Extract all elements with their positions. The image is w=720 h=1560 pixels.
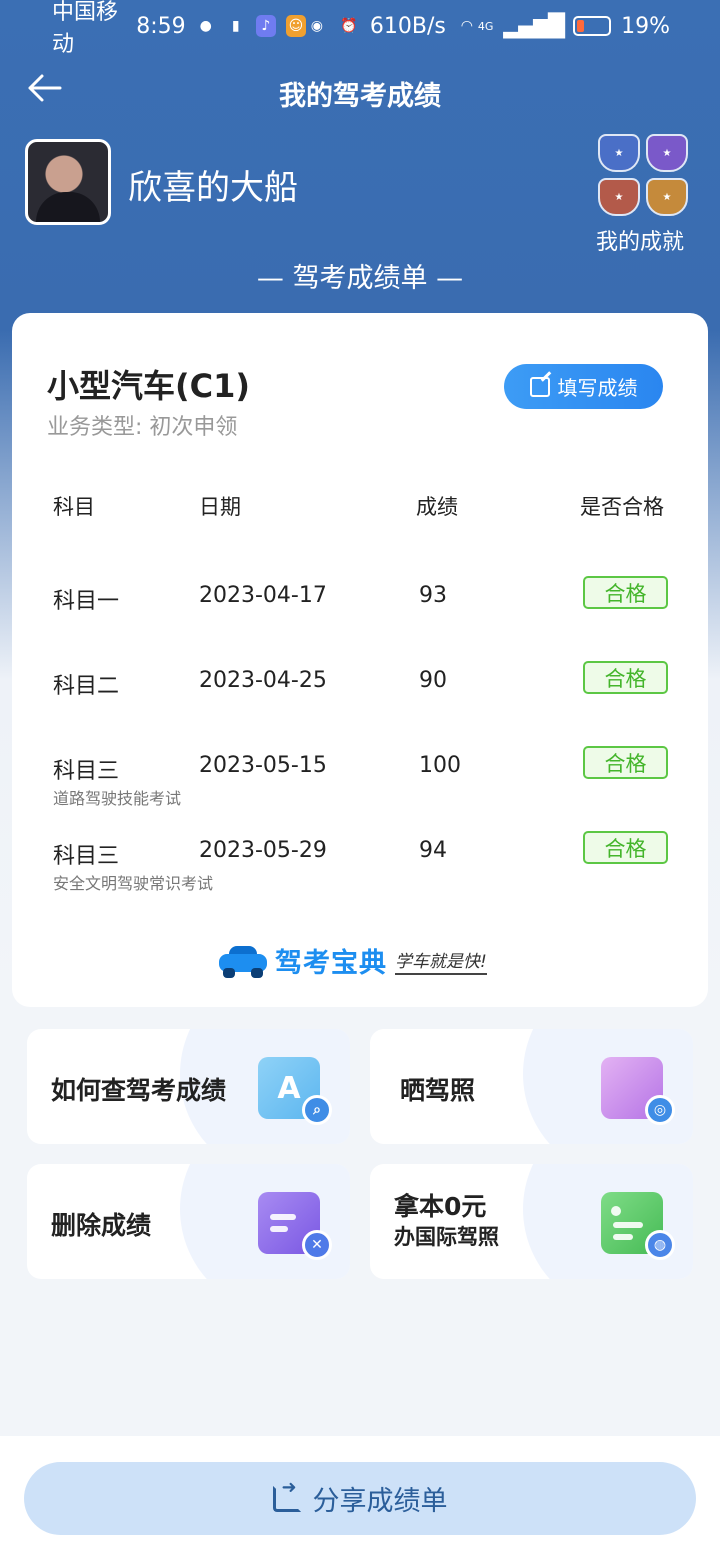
badge-icon: ★ bbox=[646, 134, 688, 172]
table-row[interactable]: 科目三 道路驾驶技能考试 2023-05-15 100 合格 bbox=[12, 746, 708, 833]
alarm-icon: ⏰ bbox=[340, 18, 358, 34]
pass-badge: 合格 bbox=[583, 576, 668, 609]
tile-label-line2: 办国际驾照 bbox=[394, 1225, 499, 1249]
row-score: 90 bbox=[419, 668, 447, 693]
header-subject: 科目 bbox=[53, 495, 95, 519]
score-page: 中国移动 8:59 ● ▮ ♪ ☺ ◉ ⏰ 610B/s ◠ 4G ▂▄▆█ 1… bbox=[0, 0, 720, 1560]
search-icon: ⌕ bbox=[302, 1095, 332, 1125]
wechat-icon: ● bbox=[199, 18, 212, 34]
camera-icon: ◎ bbox=[645, 1095, 675, 1125]
row-date: 2023-04-17 bbox=[199, 583, 327, 608]
row-note: 道路驾驶技能考试 bbox=[53, 789, 182, 808]
row-score: 93 bbox=[419, 583, 447, 608]
battery-percent: 19% bbox=[621, 13, 670, 39]
row-subject: 科目一 bbox=[53, 589, 120, 614]
clock: 8:59 bbox=[136, 13, 186, 39]
nav-bar: 我的驾考成绩 bbox=[0, 60, 720, 120]
table-row[interactable]: 科目二 2023-04-25 90 合格 bbox=[12, 661, 708, 748]
document-search-icon: A ⌕ bbox=[258, 1057, 332, 1125]
row-subject: 科目三 bbox=[53, 759, 120, 784]
tile-label: 删除成绩 bbox=[51, 1211, 152, 1240]
net-speed: 610B/s bbox=[369, 13, 446, 39]
pass-badge: 合格 bbox=[583, 831, 668, 864]
score-card: 小型汽车(C1) 业务类型: 初次申领 填写成绩 科目 日期 成绩 是否合格 科… bbox=[12, 313, 708, 1007]
share-label: 分享成绩单 bbox=[312, 1486, 448, 1517]
tile-label: 如何查驾考成绩 bbox=[51, 1076, 227, 1105]
username: 欣喜的大船 bbox=[128, 168, 298, 208]
table-header: 科目 日期 成绩 是否合格 bbox=[12, 491, 708, 521]
header-date: 日期 bbox=[199, 495, 241, 519]
achievements-link[interactable]: 我的成就 bbox=[596, 224, 684, 256]
notification-icon: ▮ bbox=[231, 18, 240, 34]
sheet-title: — 驾考成绩单 — bbox=[256, 263, 464, 294]
close-icon: ✕ bbox=[302, 1230, 332, 1260]
share-button[interactable]: 分享成绩单 bbox=[24, 1462, 696, 1535]
game-app-icon: ☺ bbox=[285, 15, 306, 37]
header-pass: 是否合格 bbox=[580, 495, 664, 519]
how-to-check-tile[interactable]: 如何查驾考成绩 A ⌕ bbox=[27, 1029, 350, 1144]
badge-icon: ★ bbox=[646, 178, 688, 216]
row-date: 2023-04-25 bbox=[199, 668, 327, 693]
row-score: 100 bbox=[419, 753, 461, 778]
avatar[interactable] bbox=[25, 139, 111, 225]
edit-icon bbox=[529, 376, 550, 397]
show-license-tile[interactable]: 晒驾照 ◎ bbox=[370, 1029, 693, 1144]
music-app-icon: ♪ bbox=[255, 15, 276, 37]
header-score: 成绩 bbox=[416, 495, 458, 519]
business-type: 业务类型: 初次申领 bbox=[47, 415, 238, 440]
photo-icon: ◎ bbox=[601, 1057, 675, 1125]
tile-label-line1: 拿本0元 bbox=[394, 1192, 487, 1221]
document-delete-icon: ✕ bbox=[258, 1192, 332, 1260]
tile-label: 拿本0元 办国际驾照 bbox=[394, 1192, 499, 1252]
brand-logo: 驾考宝典 学车就是快! bbox=[219, 941, 487, 980]
share-icon bbox=[272, 1477, 301, 1512]
license-card-icon: ◍ bbox=[601, 1192, 675, 1260]
carrier-label: 中国移动 bbox=[52, 0, 119, 57]
status-bar: 中国移动 8:59 ● ▮ ♪ ☺ ◉ ⏰ 610B/s ◠ 4G ▂▄▆█ 1… bbox=[0, 0, 720, 57]
battery-icon bbox=[573, 16, 612, 36]
bottom-bar: 分享成绩单 bbox=[0, 1436, 720, 1560]
brand-slogan: 学车就是快! bbox=[395, 947, 487, 975]
eye-icon: ◉ bbox=[310, 18, 324, 34]
page-title: 我的驾考成绩 bbox=[279, 81, 441, 112]
table-row[interactable]: 科目一 2023-04-17 93 合格 bbox=[12, 576, 708, 663]
badge-icon: ★ bbox=[598, 134, 640, 172]
pass-badge: 合格 bbox=[583, 746, 668, 779]
fill-score-button[interactable]: 填写成绩 bbox=[504, 364, 663, 409]
fill-score-label: 填写成绩 bbox=[557, 376, 638, 400]
table-row[interactable]: 科目三 安全文明驾驶常识考试 2023-05-29 94 合格 bbox=[12, 831, 708, 918]
wifi-icon: ◠ bbox=[460, 18, 473, 34]
row-subject: 科目三 bbox=[53, 844, 120, 869]
row-score: 94 bbox=[419, 838, 447, 863]
tile-label: 晒驾照 bbox=[400, 1076, 476, 1105]
intl-license-tile[interactable]: 拿本0元 办国际驾照 ◍ bbox=[370, 1164, 693, 1279]
row-note: 安全文明驾驶常识考试 bbox=[53, 874, 214, 893]
globe-icon: ◍ bbox=[645, 1230, 675, 1260]
signal-icon: ▂▄▆█ bbox=[503, 13, 565, 39]
badge-icon: ★ bbox=[598, 178, 640, 216]
license-type: 小型汽车(C1) bbox=[47, 367, 251, 405]
row-date: 2023-05-15 bbox=[199, 753, 327, 778]
signal-type: 4G bbox=[477, 19, 494, 33]
row-date: 2023-05-29 bbox=[199, 838, 327, 863]
achievement-badges[interactable]: ★ ★ ★ ★ bbox=[598, 134, 688, 216]
car-logo-icon bbox=[219, 944, 267, 978]
row-subject: 科目二 bbox=[53, 674, 120, 699]
brand-name: 驾考宝典 bbox=[275, 948, 387, 979]
pass-badge: 合格 bbox=[583, 661, 668, 694]
delete-scores-tile[interactable]: 删除成绩 ✕ bbox=[27, 1164, 350, 1279]
